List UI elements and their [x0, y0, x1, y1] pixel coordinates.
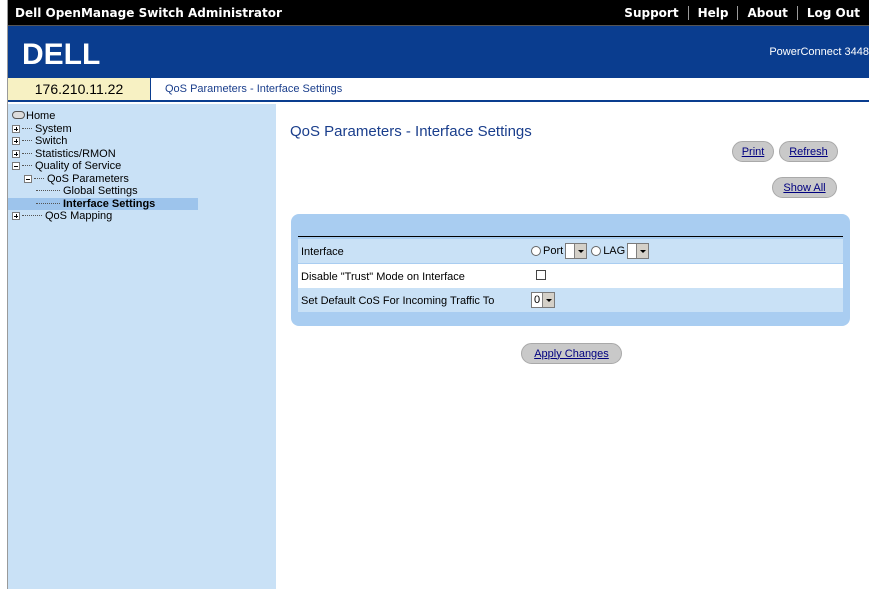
- dell-logo-text: DELL: [22, 39, 100, 67]
- tree-system[interactable]: System: [12, 123, 198, 136]
- chevron-down-icon[interactable]: [574, 244, 587, 258]
- collapse-icon[interactable]: [24, 174, 32, 183]
- collapse-icon[interactable]: [12, 162, 20, 170]
- apply-changes-button[interactable]: Apply Changes: [521, 343, 622, 364]
- tree-quality-of-service[interactable]: Quality of Service: [12, 160, 198, 173]
- top-links: Support Help About Log Out: [615, 0, 869, 26]
- default-cos-controls: 0: [531, 292, 559, 308]
- tree-qos-mapping-label: QoS Mapping: [45, 210, 113, 222]
- disable-trust-controls: [536, 268, 546, 280]
- tree-home[interactable]: Home: [12, 110, 198, 123]
- tree-qos-parameters-label: QoS Parameters: [47, 172, 129, 185]
- chevron-down-icon[interactable]: [542, 293, 555, 307]
- lag-select[interactable]: [627, 243, 650, 259]
- default-cos-select[interactable]: 0: [531, 292, 556, 308]
- tree-global-settings[interactable]: Global Settings: [12, 185, 198, 198]
- disable-trust-checkbox[interactable]: [536, 270, 546, 280]
- home-icon: [12, 111, 25, 119]
- sidebar: Home System Switch Statistics/RMON Quali…: [8, 104, 276, 589]
- disable-trust-row: Disable "Trust" Mode on Interface: [298, 264, 843, 288]
- interface-row: Interface Port LAG: [298, 239, 843, 263]
- tree-switch-label: Switch: [35, 135, 68, 147]
- tree-statistics[interactable]: Statistics/RMON: [12, 148, 198, 161]
- expand-icon[interactable]: [12, 124, 20, 133]
- port-radio[interactable]: [531, 246, 541, 256]
- model-name: PowerConnect 3448: [769, 46, 869, 58]
- default-cos-label: Set Default CoS For Incoming Traffic To: [301, 295, 495, 307]
- default-cos-value: 0: [534, 294, 541, 306]
- page-title: QoS Parameters - Interface Settings: [290, 123, 532, 140]
- about-link[interactable]: About: [737, 6, 796, 20]
- refresh-button[interactable]: Refresh: [779, 141, 838, 162]
- banner: DELL PowerConnect 3448: [8, 26, 869, 78]
- interface-controls: Port LAG: [531, 243, 653, 259]
- tree-switch[interactable]: Switch: [12, 135, 198, 148]
- default-cos-row: Set Default CoS For Incoming Traffic To …: [298, 288, 843, 312]
- breadcrumb: QoS Parameters - Interface Settings: [165, 83, 343, 95]
- top-bar: Dell OpenManage Switch Administrator Sup…: [8, 0, 869, 26]
- port-radio-label: Port: [543, 245, 564, 257]
- chevron-down-icon[interactable]: [636, 244, 649, 258]
- lag-radio[interactable]: [591, 246, 602, 256]
- tree-global-settings-label: Global Settings: [63, 185, 138, 197]
- tree-interface-settings-label: Interface Settings: [63, 197, 156, 210]
- tree-system-label: System: [35, 122, 72, 135]
- print-button[interactable]: Print: [732, 141, 774, 162]
- expand-icon[interactable]: [12, 137, 20, 145]
- support-link[interactable]: Support: [615, 6, 687, 20]
- port-select[interactable]: [565, 243, 588, 259]
- nav-tree: Home System Switch Statistics/RMON Quali…: [8, 110, 198, 223]
- dell-logo: DELL: [22, 39, 100, 67]
- tree-statistics-label: Statistics/RMON: [35, 147, 116, 160]
- logout-link[interactable]: Log Out: [796, 6, 869, 20]
- expand-icon[interactable]: [12, 212, 20, 220]
- show-all-button[interactable]: Show All: [772, 177, 837, 198]
- tree-qos-mapping[interactable]: QoS Mapping: [12, 210, 198, 223]
- help-link[interactable]: Help: [687, 6, 738, 20]
- lag-radio-label: LAG: [603, 245, 626, 257]
- app-title: Dell OpenManage Switch Administrator: [15, 6, 282, 20]
- switch-ip: 176.210.11.22: [8, 78, 151, 100]
- main-content: QoS Parameters - Interface Settings Prin…: [276, 104, 869, 589]
- tree-qos-parameters[interactable]: QoS Parameters: [12, 173, 198, 186]
- panel-divider: [298, 236, 843, 237]
- address-bar: 176.210.11.22 QoS Parameters - Interface…: [8, 78, 869, 102]
- expand-icon[interactable]: [12, 149, 20, 158]
- tree-qos-label: Quality of Service: [35, 160, 122, 172]
- tree-interface-settings[interactable]: Interface Settings: [8, 197, 198, 210]
- interface-label: Interface: [301, 246, 344, 258]
- tree-home-label: Home: [26, 110, 56, 122]
- window-left-edge: [0, 0, 8, 589]
- disable-trust-label: Disable "Trust" Mode on Interface: [301, 271, 465, 283]
- settings-panel: Interface Port LAG Disable "Trust" Mode …: [291, 214, 850, 326]
